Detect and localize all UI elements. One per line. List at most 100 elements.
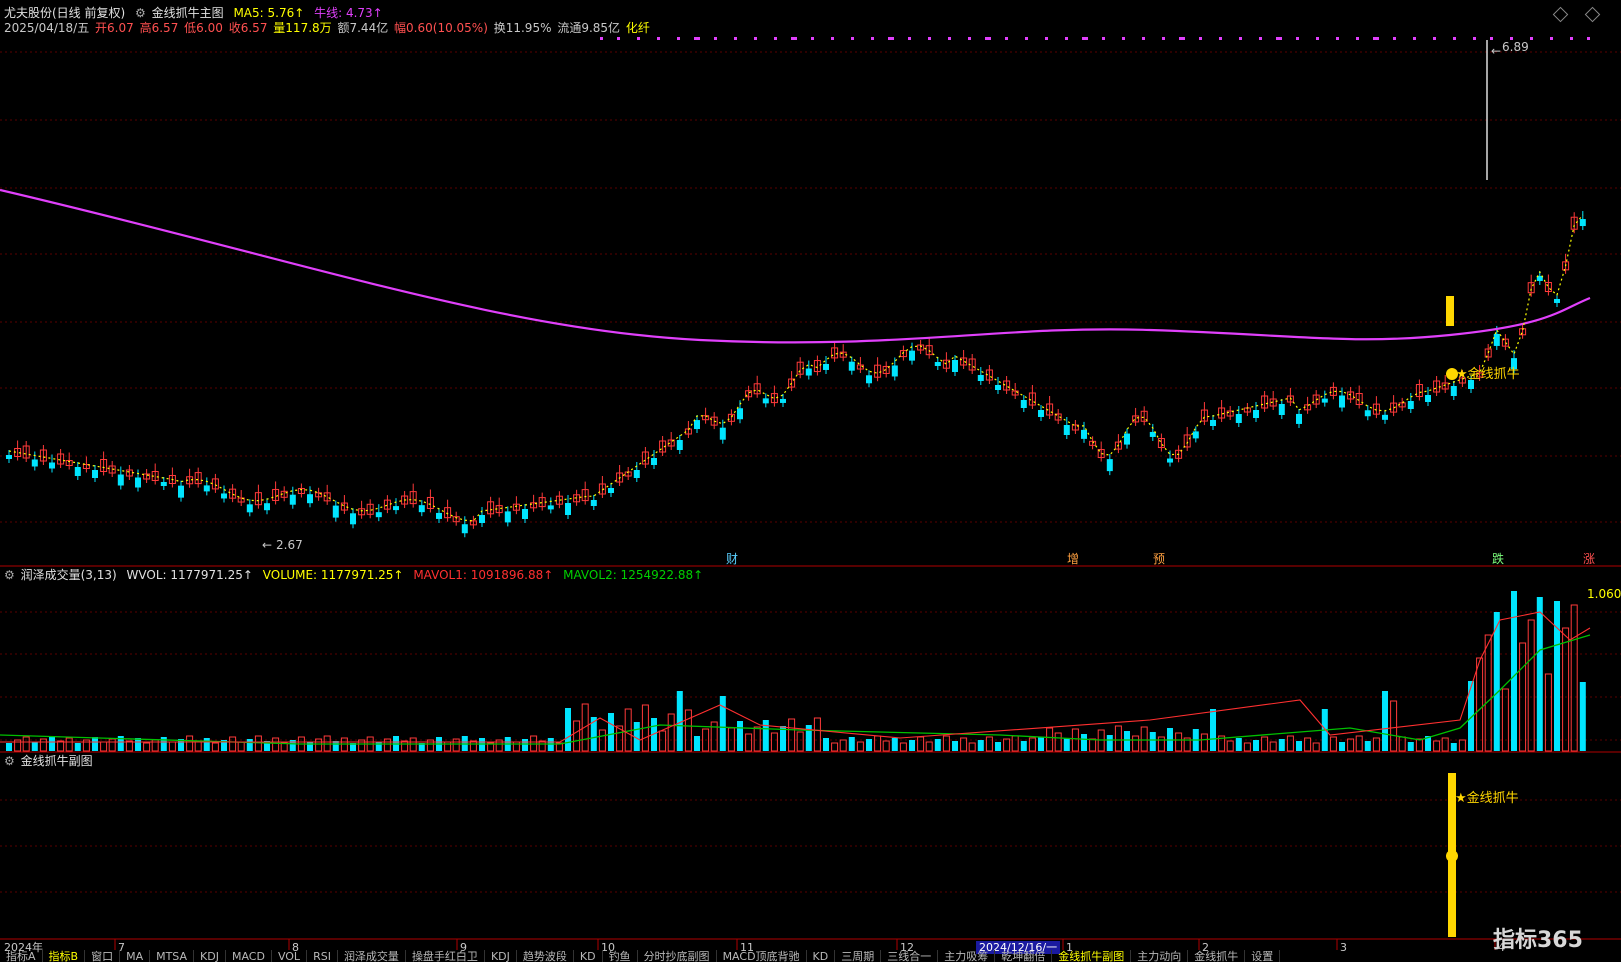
volume-bar <box>909 740 915 751</box>
signal-dot <box>988 37 991 40</box>
tab-item[interactable]: 主力吸筹 <box>938 950 996 962</box>
volume-bar <box>92 737 98 751</box>
volume-bar <box>452 738 460 752</box>
tab-item[interactable]: 乾坤翻倍 <box>995 950 1053 962</box>
long-ma-line <box>0 188 1591 344</box>
volume-bar <box>1226 740 1234 752</box>
volume-bar <box>22 736 30 752</box>
sub-gear-icon[interactable]: ⚙ <box>4 754 15 768</box>
signal-dot <box>1179 37 1182 40</box>
candle-body <box>995 385 1001 390</box>
signal-dot <box>811 37 814 40</box>
indicator-tab-bar: 指标A 指标B 窗口 MA MTSA KDJ MACD VOL RSI 润泽成交… <box>0 950 1621 962</box>
signal-dot <box>1336 37 1339 40</box>
volume-bar <box>1579 682 1586 751</box>
volume-gear-icon[interactable]: ⚙ <box>4 568 15 582</box>
high-price-label: 6.89 <box>1502 40 1529 54</box>
candle-body <box>848 361 855 371</box>
volume-bar <box>39 738 47 752</box>
event-tag-increase[interactable]: 增 <box>1067 552 1079 566</box>
tab-item[interactable]: 金线抓牛 <box>1188 950 1246 962</box>
volume-bar <box>1382 691 1388 751</box>
tab-item[interactable]: 设置 <box>1245 950 1281 962</box>
volume-bar <box>753 726 761 752</box>
low-arrow-icon: ← <box>262 538 273 552</box>
sub-indicator-title[interactable]: 金线抓牛副图 <box>21 754 93 768</box>
volume-bar <box>1243 742 1251 752</box>
event-tag-rise[interactable]: 涨 <box>1583 552 1595 566</box>
tab-item[interactable]: KDJ <box>194 950 226 962</box>
signal-dot <box>617 37 620 40</box>
tab-item[interactable]: 分时抄底副图 <box>638 950 717 962</box>
signal-dot <box>1433 37 1436 40</box>
tab-item[interactable]: 润泽成交量 <box>338 950 406 962</box>
candle-body <box>651 458 657 465</box>
tab-item[interactable]: 窗口 <box>85 950 121 962</box>
tab-item[interactable]: KD <box>807 950 836 962</box>
volume-bar <box>977 740 984 751</box>
tab-item[interactable]: MTSA <box>150 950 195 962</box>
candle-body <box>1296 413 1302 424</box>
tab-item[interactable]: 趋势波段 <box>517 950 574 962</box>
volume-bar <box>1261 736 1269 752</box>
volume-indicator-title[interactable]: 润泽成交量(3,13) <box>21 568 117 582</box>
tab-item[interactable]: 主力动向 <box>1131 950 1189 962</box>
candle-body <box>1407 401 1414 410</box>
tab-item[interactable]: KD <box>574 950 603 962</box>
candle-body <box>1579 219 1586 227</box>
tab-item[interactable]: MACD顶底背驰 <box>717 950 807 962</box>
tab-item[interactable]: VOL <box>272 950 308 962</box>
signal-dot <box>774 37 777 40</box>
niu-line-label: 牛线: 4.73↑ <box>314 6 383 20</box>
candle-body <box>1081 429 1087 439</box>
candle-body <box>1063 425 1070 435</box>
event-tag-finance[interactable]: 财 <box>726 552 738 566</box>
settings-gear-icon[interactable]: ⚙ <box>135 6 146 20</box>
candle-body <box>891 365 898 377</box>
volume-bar <box>1398 736 1406 752</box>
volume-bar <box>1296 741 1302 751</box>
signal-dot <box>657 37 660 40</box>
signal-dot <box>1199 37 1202 40</box>
signal-dot <box>948 37 951 40</box>
candle-body <box>909 350 915 361</box>
event-tag-forecast[interactable]: 预 <box>1153 552 1165 566</box>
tab-item[interactable]: 三线合一 <box>881 950 939 962</box>
event-tag-fall[interactable]: 跌 <box>1492 552 1504 566</box>
volume-bar <box>1286 735 1294 752</box>
tab-item[interactable]: 指标B <box>43 950 86 962</box>
tab-item[interactable]: MACD <box>226 950 272 962</box>
quote-close: 收6.57 <box>228 21 268 35</box>
volume-bar <box>143 742 151 752</box>
wvol-value: WVOL: 1177971.25↑ <box>126 568 253 582</box>
candle-body <box>6 455 12 459</box>
tab-item[interactable]: RSI <box>307 950 338 962</box>
quote-info: 2025/04/18/五 开6.07 高6.57 低6.00 收6.57 量11… <box>4 21 656 35</box>
tab-item[interactable]: 操盘手红白卫 <box>406 950 485 962</box>
signal-dot <box>791 37 794 40</box>
volume-bar <box>917 736 925 752</box>
volume-bar <box>1054 732 1062 752</box>
signal-dot <box>928 37 931 40</box>
volume-bar <box>1415 738 1423 752</box>
volume-bar <box>1450 743 1457 751</box>
tab-item[interactable]: KDJ <box>485 950 517 962</box>
volume-bar <box>719 696 726 751</box>
stock-name[interactable]: 尤夫股份(日线 前复权) <box>4 6 125 20</box>
candle-body <box>1106 459 1113 472</box>
tab-item[interactable]: 金线抓牛副图 <box>1052 950 1132 962</box>
volume-bar <box>1106 735 1113 751</box>
volume-bar <box>848 737 855 751</box>
signal-dot <box>734 37 737 40</box>
volume-bar <box>899 742 907 752</box>
tab-item[interactable]: 钓鱼 <box>603 950 638 962</box>
indicator-name[interactable]: 金线抓牛主图 <box>152 6 224 20</box>
tab-item[interactable]: MA <box>120 950 151 962</box>
candle-body <box>178 485 184 498</box>
tab-item[interactable]: 指标A <box>0 950 43 962</box>
kline-chart[interactable] <box>0 0 1621 962</box>
tab-item[interactable]: 三周期 <box>835 950 882 962</box>
quote-sector[interactable]: 化纤 <box>626 21 650 35</box>
signal-dot <box>1122 37 1125 40</box>
volume-bar <box>1235 738 1242 751</box>
